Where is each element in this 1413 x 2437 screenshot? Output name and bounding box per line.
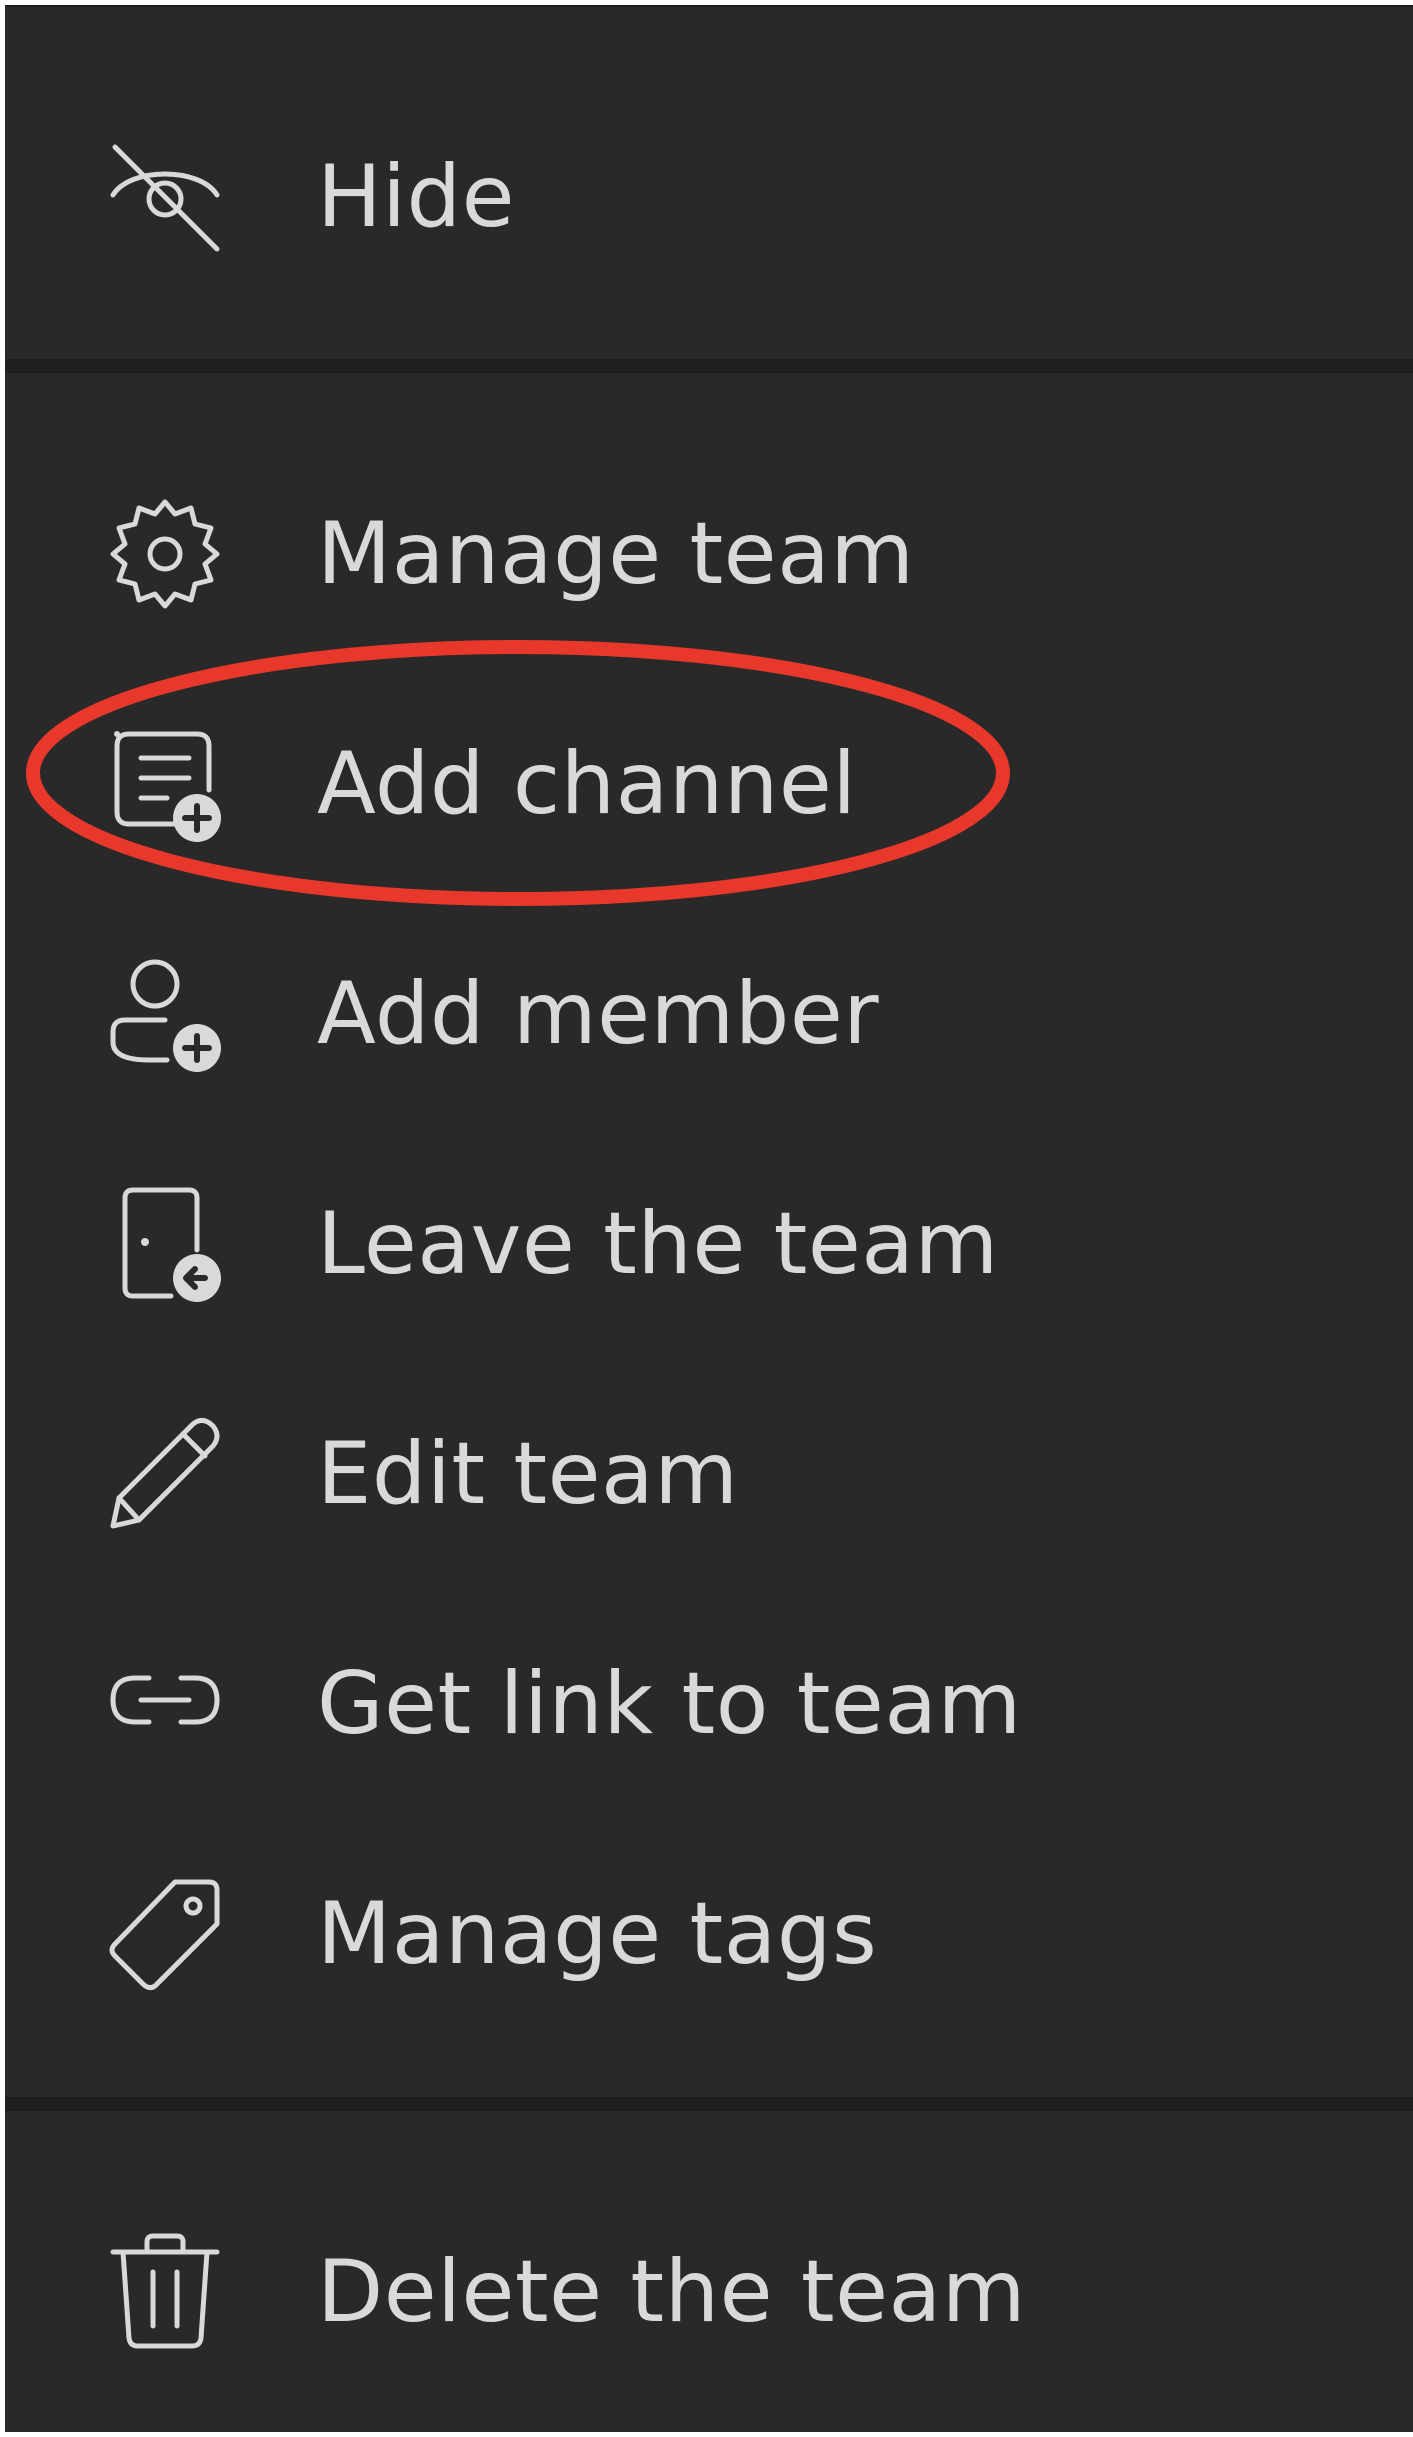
- menu-item-add-channel[interactable]: Add channel: [5, 684, 1413, 884]
- pencil-icon: [105, 1414, 225, 1534]
- menu-item-edit-team[interactable]: Edit team: [5, 1374, 1413, 1574]
- menu-divider: [5, 2097, 1413, 2111]
- menu-item-add-member[interactable]: Add member: [5, 914, 1413, 1114]
- menu-divider: [5, 359, 1413, 373]
- leave-icon: [105, 1184, 225, 1304]
- add-member-icon: [105, 954, 225, 1074]
- gear-icon: [105, 494, 225, 614]
- menu-item-label: Add channel: [317, 734, 857, 834]
- menu-item-label: Manage team: [317, 504, 915, 604]
- team-context-menu: Hide Manage team Add channel Add member …: [5, 5, 1413, 2432]
- menu-item-get-link[interactable]: Get link to team: [5, 1604, 1413, 1804]
- menu-item-label: Get link to team: [317, 1654, 1022, 1754]
- menu-item-label: Add member: [317, 964, 880, 1064]
- menu-item-manage-team[interactable]: Manage team: [5, 454, 1413, 654]
- link-icon: [105, 1644, 225, 1764]
- menu-item-label: Delete the team: [317, 2242, 1026, 2342]
- menu-item-label: Edit team: [317, 1424, 739, 1524]
- menu-item-delete-team[interactable]: Delete the team: [5, 2192, 1413, 2392]
- trash-icon: [105, 2232, 225, 2352]
- add-channel-icon: [105, 724, 225, 844]
- menu-item-label: Leave the team: [317, 1194, 999, 1294]
- eye-off-icon: [105, 137, 225, 257]
- menu-item-hide[interactable]: Hide: [5, 97, 1413, 297]
- menu-item-manage-tags[interactable]: Manage tags: [5, 1834, 1413, 2034]
- menu-item-label: Hide: [317, 147, 516, 247]
- tag-icon: [105, 1874, 225, 1994]
- menu-item-label: Manage tags: [317, 1884, 878, 1984]
- menu-item-leave-team[interactable]: Leave the team: [5, 1144, 1413, 1344]
